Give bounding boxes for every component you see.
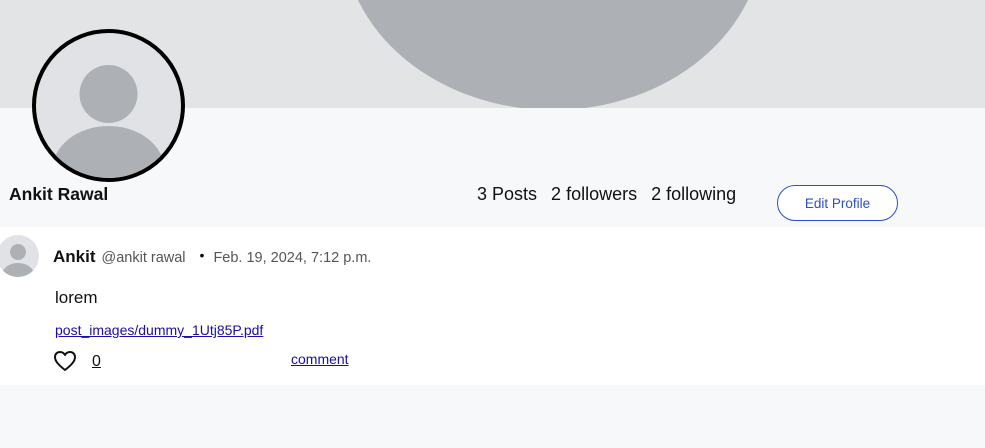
post-author-handle: @ankit rawal (101, 250, 186, 266)
stat-followers-label: followers (566, 184, 638, 204)
post-body-text: lorem (55, 288, 98, 307)
profile-avatar (32, 29, 185, 182)
like-count[interactable]: 0 (92, 353, 101, 371)
edit-profile-button[interactable]: Edit Profile (777, 185, 898, 221)
stat-posts-label: Posts (492, 184, 538, 204)
post-attachment-link[interactable]: post_images/dummy_1Utj85P.pdf (55, 322, 263, 338)
profile-name: Ankit Rawal (9, 184, 109, 204)
stat-followers[interactable]: 2 followers (551, 184, 637, 205)
post-card: Ankit @ankit rawal • Feb. 19, 2024, 7:12… (0, 227, 985, 385)
stat-followers-count: 2 (551, 184, 562, 204)
cover-image-placeholder (343, 0, 763, 108)
heart-icon[interactable] (53, 350, 77, 372)
post-header: Ankit @ankit rawal • Feb. 19, 2024, 7:12… (53, 247, 371, 267)
stat-posts-count: 3 (477, 184, 488, 204)
user-silhouette-icon (52, 65, 165, 178)
stat-following-count: 2 (651, 184, 662, 204)
comment-link[interactable]: comment (291, 351, 349, 367)
stat-following[interactable]: 2 following (651, 184, 736, 205)
stat-posts: 3 Posts (477, 184, 537, 205)
profile-stats: 3 Posts 2 followers 2 following (477, 184, 736, 205)
post-timestamp: Feb. 19, 2024, 7:12 p.m. (213, 250, 372, 266)
post-author-avatar (0, 235, 39, 277)
stat-following-label: following (666, 184, 737, 204)
user-silhouette-icon (2, 244, 34, 277)
post-author-name[interactable]: Ankit (53, 247, 96, 267)
post-separator-dot: • (199, 247, 205, 263)
